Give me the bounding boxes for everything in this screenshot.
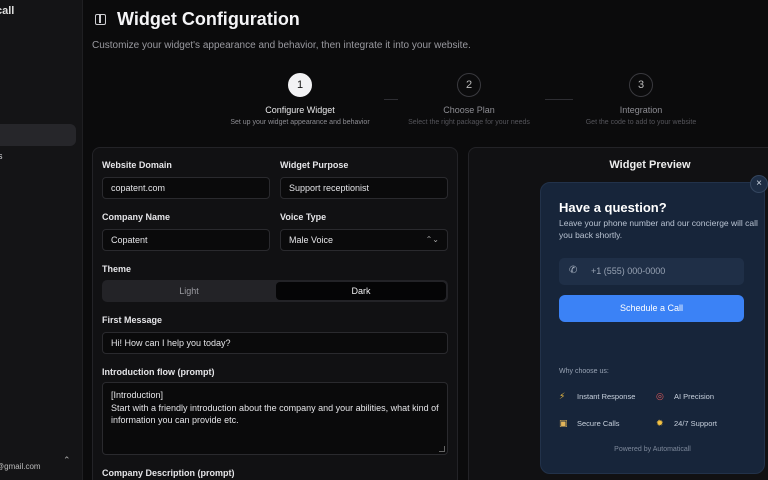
domain-label: Website Domain: [102, 160, 172, 170]
voice-type-label: Voice Type: [280, 212, 327, 222]
powered-by: Powered by Automaticall: [614, 446, 691, 453]
star-icon: ✹: [656, 418, 664, 428]
voice-type-select[interactable]: Male Voice ⌃⌄: [280, 229, 448, 251]
step-description: Get the code to add to your website: [585, 119, 697, 126]
feature-instant-response: ⚡ Instant Response: [559, 391, 636, 401]
user-email: @gmail.com: [0, 462, 41, 471]
intro-flow-label: Introduction flow (prompt): [102, 367, 215, 377]
step-choose-plan[interactable]: 2 Choose Plan Select the right package f…: [384, 73, 554, 126]
step-title: Choose Plan: [443, 105, 495, 115]
page-title: Widget Configuration: [117, 9, 300, 29]
feature-ai-precision: ◎ AI Precision: [656, 391, 715, 401]
sidebar-item-active[interactable]: [0, 124, 76, 146]
step-description: Select the right package for your needs: [408, 119, 530, 126]
why-choose-label: Why choose us:: [559, 368, 609, 375]
resize-handle-icon[interactable]: [439, 446, 445, 452]
theme-toggle: Light Dark: [102, 280, 448, 302]
company-description-label: Company Description (prompt): [102, 468, 235, 478]
sidebar-item[interactable]: ers: [0, 151, 3, 161]
close-icon[interactable]: ×: [750, 175, 768, 193]
widget-heading: Have a question?: [559, 200, 667, 215]
target-icon: ◎: [656, 391, 664, 401]
purpose-label: Widget Purpose: [280, 160, 349, 170]
step-title: Configure Widget: [265, 105, 335, 115]
step-number: 1: [288, 73, 312, 97]
lock-icon: ▣: [559, 418, 568, 428]
widget-subtext: Leave your phone number and our concierg…: [559, 218, 758, 240]
page-subtitle: Customize your widget's appearance and b…: [92, 40, 471, 51]
first-message-label: First Message: [102, 315, 163, 325]
sidebar-toggle-icon[interactable]: [95, 14, 106, 25]
phone-placeholder: +1 (555) 000-0000: [591, 266, 666, 276]
step-description: Set up your widget appearance and behavi…: [230, 119, 370, 126]
company-name-input[interactable]: Copatent: [102, 229, 270, 251]
sidebar-brand: call: [0, 5, 15, 17]
feature-secure-calls: ▣ Secure Calls: [559, 418, 620, 428]
select-chevron-icon: ⌃⌄: [425, 235, 439, 244]
intro-line: [Introduction]: [111, 390, 164, 400]
theme-light-option[interactable]: Light: [104, 282, 274, 300]
step-title: Integration: [619, 105, 663, 115]
intro-flow-textarea[interactable]: [Introduction] Start with a friendly int…: [102, 382, 448, 455]
intro-line: Start with a friendly introduction about…: [111, 402, 439, 426]
schedule-call-button[interactable]: Schedule a Call: [559, 295, 744, 322]
phone-icon: ✆: [569, 265, 578, 276]
phone-input[interactable]: ✆ +1 (555) 000-0000: [559, 258, 744, 285]
step-configure-widget[interactable]: 1 Configure Widget Set up your widget ap…: [215, 73, 385, 126]
voice-type-value: Male Voice: [289, 235, 334, 245]
step-number: 2: [457, 73, 481, 97]
company-name-label: Company Name: [102, 212, 171, 222]
step-integration[interactable]: 3 Integration Get the code to add to you…: [556, 73, 726, 126]
preview-title: Widget Preview: [609, 159, 691, 171]
domain-input[interactable]: copatent.com: [102, 177, 270, 199]
user-menu-chevron-icon[interactable]: ⌃: [63, 455, 71, 466]
theme-dark-option[interactable]: Dark: [276, 282, 446, 300]
step-number: 3: [629, 73, 653, 97]
first-message-input[interactable]: Hi! How can I help you today?: [102, 332, 448, 354]
theme-label: Theme: [102, 264, 132, 274]
feature-support: ✹ 24/7 Support: [656, 418, 717, 428]
lightning-icon: ⚡: [559, 391, 566, 401]
sidebar: call ers i @gmail.com ⌃: [0, 0, 83, 480]
purpose-input[interactable]: Support receptionist: [280, 177, 448, 199]
